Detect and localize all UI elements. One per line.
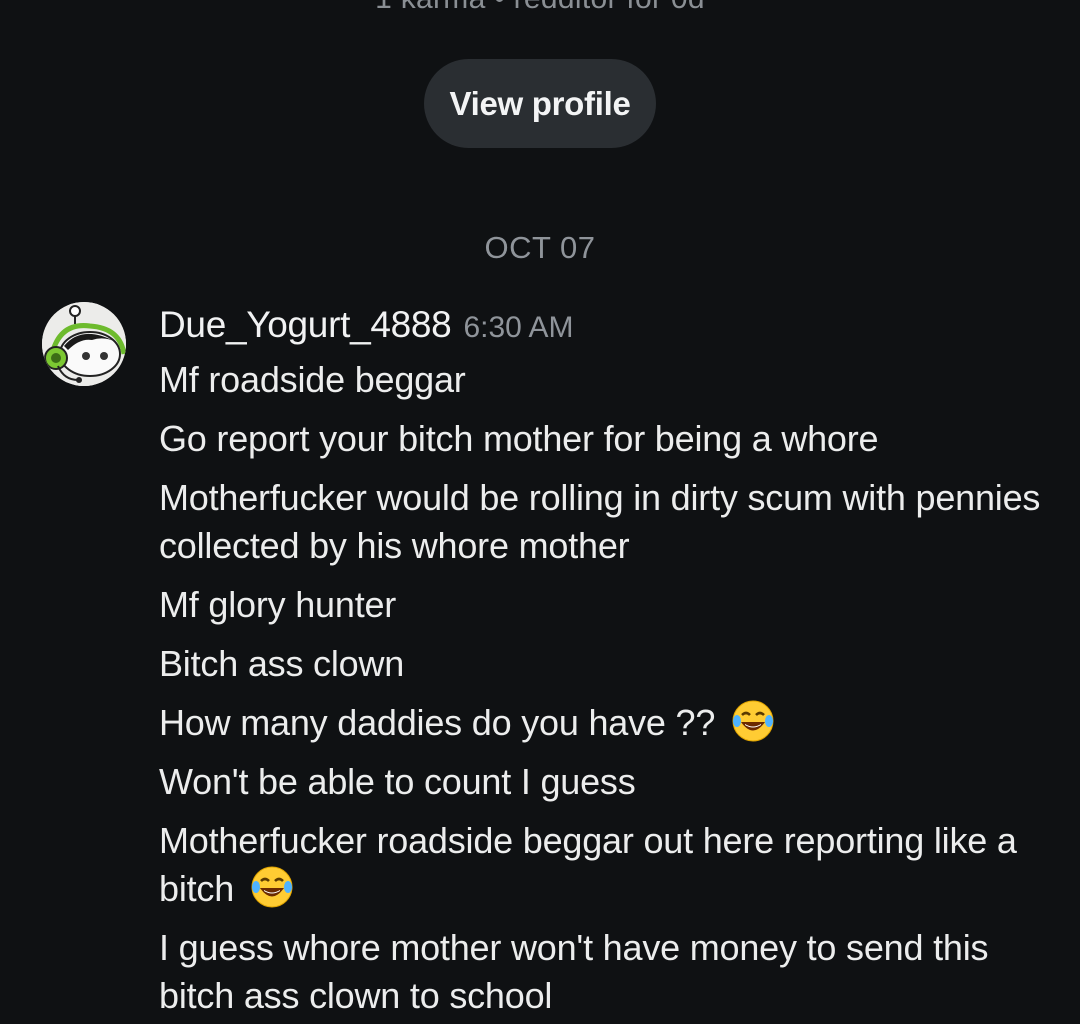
snoo-avatar-icon xyxy=(42,302,126,386)
message-line: Bitch ass clown xyxy=(159,640,1049,688)
message-text: Bitch ass clown xyxy=(159,643,405,684)
message-text: How many daddies do you have ?? xyxy=(159,702,716,743)
message-text: Mf glory hunter xyxy=(159,584,397,625)
message-block: Due_Yogurt_4888 6:30 AM Mf roadside begg… xyxy=(159,304,1049,1020)
message-line: Motherfucker would be rolling in dirty s… xyxy=(159,474,1049,570)
message-timestamp: 6:30 AM xyxy=(463,311,574,344)
username[interactable]: Due_Yogurt_4888 xyxy=(159,304,452,346)
laughing-tears-emoji-icon xyxy=(732,700,774,742)
view-profile-button[interactable]: View profile xyxy=(424,59,656,148)
avatar[interactable] xyxy=(42,302,126,386)
profile-meta: 1 karma • redditor for 0d xyxy=(0,0,1080,16)
message-text: Motherfucker would be rolling in dirty s… xyxy=(159,477,1041,566)
message-header: Due_Yogurt_4888 6:30 AM xyxy=(159,304,1049,352)
message-line: How many daddies do you have ?? xyxy=(159,699,1049,747)
message-line: Mf roadside beggar xyxy=(159,356,1049,404)
message-line: I guess whore mother won't have money to… xyxy=(159,924,1049,1020)
message-line: Mf glory hunter xyxy=(159,581,1049,629)
message-text: Go report your bitch mother for being a … xyxy=(159,418,879,459)
message-line: Go report your bitch mother for being a … xyxy=(159,415,1049,463)
message-text: Mf roadside beggar xyxy=(159,359,466,400)
message-text: Won't be able to count I guess xyxy=(159,761,636,802)
message-line: Motherfucker roadside beggar out here re… xyxy=(159,817,1049,913)
laughing-tears-emoji-icon xyxy=(251,866,293,908)
date-divider: OCT 07 xyxy=(484,230,596,265)
message-line: Won't be able to count I guess xyxy=(159,758,1049,806)
message-text: I guess whore mother won't have money to… xyxy=(159,927,989,1016)
